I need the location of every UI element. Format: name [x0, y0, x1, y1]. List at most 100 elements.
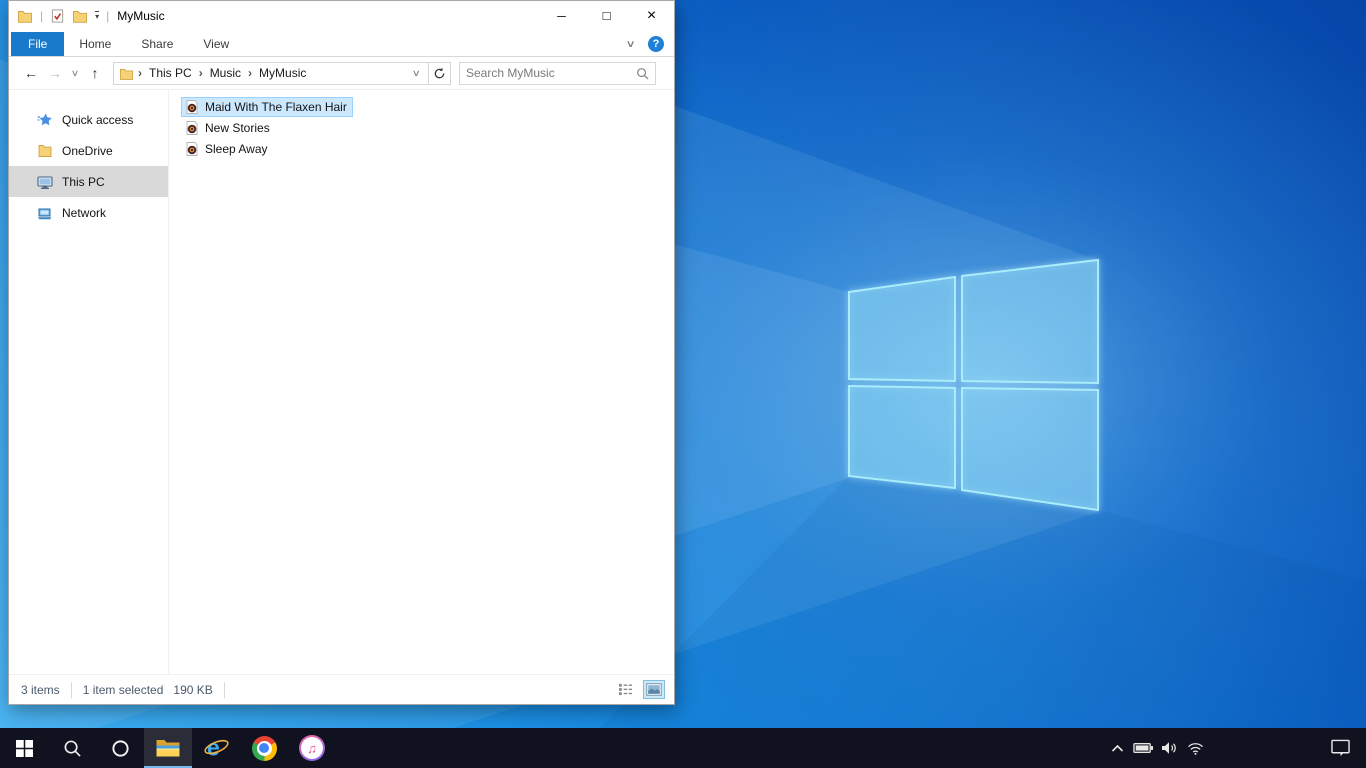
- window-folder-icon: [18, 11, 32, 23]
- refresh-button[interactable]: [429, 61, 451, 85]
- item-count: 3 items: [21, 682, 60, 697]
- up-button[interactable]: ↑: [83, 61, 107, 85]
- divider: [70, 681, 72, 698]
- large-icons-view-button[interactable]: [643, 680, 665, 699]
- tab-file[interactable]: File: [11, 32, 65, 56]
- speaker-icon: [1161, 742, 1176, 754]
- network-computer-icon: [38, 208, 52, 219]
- forward-button[interactable]: →: [43, 61, 67, 85]
- file-item-sleep-away[interactable]: Sleep Away: [181, 139, 274, 159]
- navigation-bar: ← → ∨ ↑ › This PC › Music › MyMusic ∨: [9, 57, 674, 90]
- window-title: MyMusic: [117, 9, 165, 23]
- help-icon[interactable]: ?: [648, 36, 664, 52]
- details-view-icon: [619, 683, 632, 696]
- tab-home[interactable]: Home: [64, 33, 126, 56]
- hidden-icons-chevron[interactable]: [1104, 728, 1130, 768]
- divider: [223, 681, 225, 698]
- address-bar[interactable]: › This PC › Music › MyMusic ∨: [113, 61, 429, 85]
- view-toggles: [616, 680, 665, 699]
- search-icon: [637, 67, 649, 79]
- file-row: New Stories: [181, 118, 674, 139]
- title-bar: | ▾ | MyMusic ─ □ ×: [9, 1, 674, 31]
- breadcrumb-this-pc[interactable]: This PC: [146, 66, 195, 80]
- maximize-button[interactable]: □: [584, 1, 629, 30]
- itunes-button[interactable]: ♫: [288, 728, 336, 768]
- sidebar-item-this-pc[interactable]: This PC: [9, 166, 168, 197]
- battery-status[interactable]: [1130, 728, 1156, 768]
- new-folder-icon[interactable]: [72, 8, 88, 24]
- tab-share[interactable]: Share: [126, 33, 188, 56]
- sidebar-item-network[interactable]: Network: [9, 197, 168, 228]
- breadcrumb-separator: ›: [198, 66, 203, 80]
- file-row: Maid With The Flaxen Hair: [181, 97, 674, 118]
- chrome-button[interactable]: [240, 728, 288, 768]
- sidebar-item-label: Network: [62, 205, 107, 220]
- onedrive-folder-icon: [38, 144, 52, 157]
- start-button[interactable]: [0, 728, 48, 768]
- tab-view[interactable]: View: [188, 33, 244, 56]
- details-view-button[interactable]: [616, 681, 635, 698]
- action-center-icon: [1330, 739, 1350, 757]
- system-tray: [1104, 728, 1366, 768]
- desktop: | ▾ | MyMusic ─ □ × File Home Share View…: [0, 0, 1366, 768]
- address-dropdown-icon[interactable]: ∨: [406, 68, 426, 79]
- volume-status[interactable]: [1156, 728, 1182, 768]
- minimize-button[interactable]: ─: [539, 1, 584, 30]
- file-explorer-window: | ▾ | MyMusic ─ □ × File Home Share View…: [8, 0, 675, 705]
- window-controls: ─ □ ×: [539, 1, 674, 30]
- file-item-maid-with-the-flaxen-hair[interactable]: Maid With The Flaxen Hair: [181, 97, 353, 117]
- navigation-pane: Quick access OneDrive This PC Network: [9, 90, 169, 674]
- battery-icon: [1132, 743, 1153, 753]
- file-row: Sleep Away: [181, 139, 674, 160]
- search-input[interactable]: [466, 66, 636, 80]
- cortana-button[interactable]: [96, 728, 144, 768]
- status-bar: 3 items 1 item selected 190 KB: [9, 674, 674, 704]
- sidebar-item-label: This PC: [62, 174, 105, 189]
- large-icons-view-icon: [646, 683, 662, 696]
- this-pc-monitor-icon: [37, 175, 53, 189]
- taskbar-search-button[interactable]: [48, 728, 96, 768]
- selection-count: 1 item selected: [82, 682, 164, 697]
- sidebar-item-label: OneDrive: [62, 143, 113, 158]
- separator: |: [106, 9, 110, 23]
- recent-locations-icon[interactable]: ∨: [65, 61, 86, 85]
- music-file-icon: [186, 142, 198, 156]
- breadcrumb-music[interactable]: Music: [207, 66, 244, 80]
- close-button[interactable]: ×: [629, 1, 674, 30]
- internet-explorer-button[interactable]: e: [192, 728, 240, 768]
- address-folder-icon: [119, 68, 134, 80]
- wifi-status[interactable]: [1182, 728, 1208, 768]
- file-name: Sleep Away: [205, 142, 268, 156]
- back-button[interactable]: ←: [19, 61, 43, 85]
- music-file-icon: [186, 100, 198, 114]
- breadcrumb-separator: ›: [248, 66, 253, 80]
- quick-access-toolbar: | ▾ |: [17, 8, 109, 24]
- properties-icon[interactable]: [50, 8, 65, 24]
- selection-size: 190 KB: [173, 682, 213, 697]
- music-file-icon: [186, 121, 198, 135]
- search-box[interactable]: [459, 61, 656, 85]
- expand-ribbon-icon[interactable]: ∨: [625, 39, 635, 50]
- sidebar-item-label: Quick access: [62, 112, 134, 127]
- sidebar-item-quick-access[interactable]: Quick access: [9, 104, 168, 135]
- windows-start-icon: [15, 739, 33, 757]
- file-name: Maid With The Flaxen Hair: [205, 100, 347, 114]
- window-body: Quick access OneDrive This PC Network Ma…: [9, 90, 674, 674]
- breadcrumb-mymusic[interactable]: MyMusic: [256, 66, 309, 80]
- svg-text:e: e: [206, 735, 219, 760]
- internet-explorer-icon: e: [203, 735, 229, 760]
- taskbar: e ♫: [0, 728, 1366, 768]
- quick-access-star-icon: [37, 113, 52, 125]
- file-list: Maid With The Flaxen Hair New Stories Sl…: [169, 90, 674, 674]
- sidebar-item-onedrive[interactable]: OneDrive: [9, 135, 168, 166]
- customize-qat-dropdown-icon[interactable]: ▾: [95, 11, 100, 21]
- chrome-icon: [251, 735, 277, 761]
- refresh-icon: [434, 67, 445, 78]
- taskbar-file-explorer-button[interactable]: [144, 728, 192, 768]
- ribbon-tab-bar: File Home Share View ∨ ?: [9, 31, 674, 57]
- breadcrumb-separator: ›: [138, 66, 142, 80]
- cortana-circle-icon: [111, 739, 129, 757]
- chevron-up-icon: [1111, 744, 1123, 752]
- file-item-new-stories[interactable]: New Stories: [181, 118, 276, 138]
- action-center-button[interactable]: [1320, 728, 1360, 768]
